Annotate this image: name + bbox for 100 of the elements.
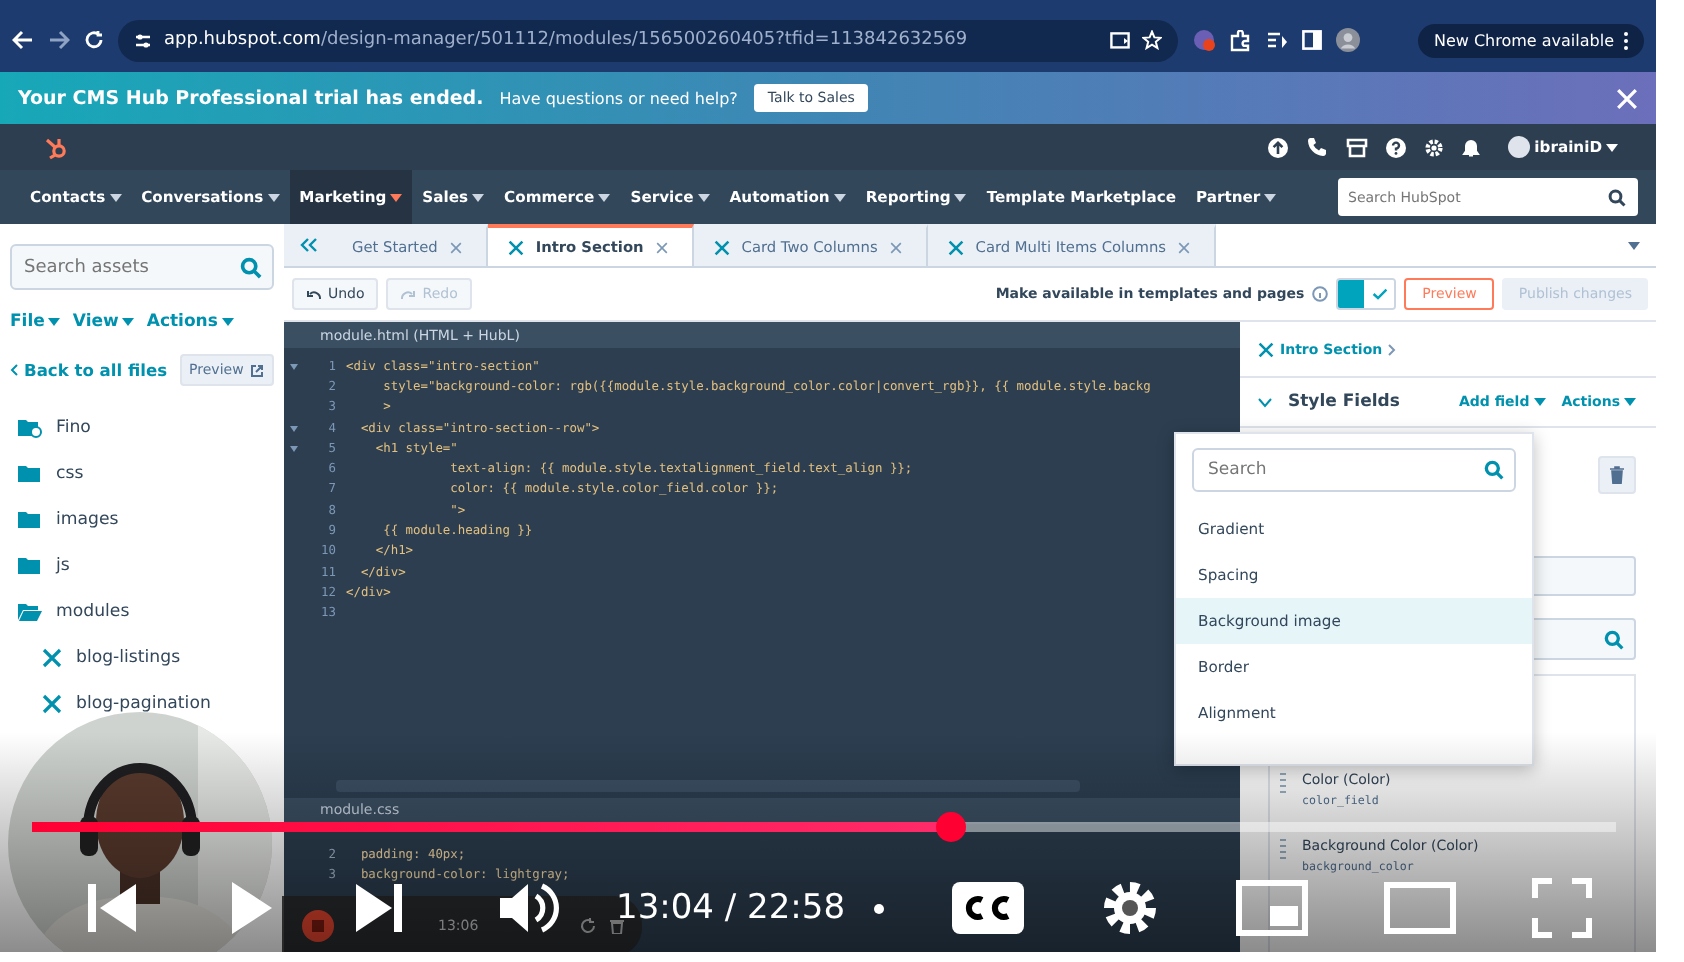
site-settings-icon[interactable] [134,31,152,49]
file-tree-item[interactable]: js [10,550,274,582]
module-icon [1258,341,1274,357]
module-icon [42,694,62,714]
caret-icon [1624,398,1636,406]
next-button[interactable] [356,880,404,936]
module-icon [713,239,730,255]
caret-icon [122,318,135,326]
video-time: 13:04 / 22:58 [616,888,846,928]
close-icon[interactable] [655,241,668,253]
captions-icon [951,882,1024,934]
separator-dot-icon [873,903,884,913]
search-icon [1608,188,1626,206]
external-link-icon [249,363,264,377]
bell-icon[interactable] [1462,137,1481,157]
close-icon[interactable] [1178,241,1191,253]
group-title: Style Fields [1288,392,1400,412]
close-icon[interactable] [889,241,902,253]
file-tree-item[interactable]: css [10,458,274,490]
restart-icon[interactable] [580,918,597,934]
caret-icon [390,193,403,201]
avatar-icon[interactable] [1336,28,1360,52]
trash-icon[interactable] [610,918,625,934]
fullscreen-button[interactable] [1531,878,1592,938]
info-icon [1312,286,1329,302]
media-icon[interactable] [1266,30,1288,50]
caret-icon [267,193,280,201]
caret-icon [221,318,234,326]
file-tree-item[interactable]: images [10,504,274,536]
caret-icon [1533,398,1546,406]
back-icon[interactable] [12,30,34,50]
miniplayer-button[interactable] [1235,880,1308,936]
volume-button[interactable] [500,880,560,936]
side-panel-icon[interactable] [1302,30,1322,50]
chevron-down-icon[interactable] [1258,397,1272,407]
toggle-switch[interactable] [1336,278,1397,310]
avatar-icon [1508,136,1531,158]
cast-icon[interactable] [1110,31,1130,49]
menu-link[interactable]: Actions [146,312,234,332]
file-tree-item[interactable]: blog-listings [10,642,274,674]
module-icon [947,239,964,255]
double-chevron-icon [299,238,317,252]
play-icon [232,882,272,934]
sprocket-logo-icon[interactable] [44,135,68,159]
settings-icon [1099,878,1160,938]
check-icon [1371,288,1388,300]
banner-title: Your CMS Hub Professional trial has ended. [18,87,484,109]
file-tree-item[interactable]: blog-pagination [10,688,274,720]
caret-icon [472,193,485,201]
banner-message: Have questions or need help? [499,89,738,107]
back-link[interactable]: Back to all files [10,360,168,380]
forward-icon[interactable] [48,30,70,50]
address-bar[interactable]: app.hubspot.com/design-manager/501112/modules/156500260405?tfid=113842632569 [118,19,1178,61]
fold-arrow-icon[interactable] [290,445,298,452]
search-field[interactable]: Search [1192,448,1516,492]
delete-button[interactable] [1598,456,1636,494]
caret-icon [598,193,611,201]
next-icon [356,880,404,936]
puzzle-icon[interactable] [1230,29,1252,51]
phone-icon[interactable] [1306,136,1329,158]
caret-icon [48,318,61,326]
settings-icon[interactable] [1424,137,1445,157]
trash-icon [1610,466,1624,484]
caret-icon [109,193,122,201]
update-button[interactable]: New Chrome available [1417,23,1644,57]
caret-icon [1606,143,1618,151]
caret-icon [1264,193,1277,201]
menu-link[interactable]: View [72,312,135,332]
caret-icon [833,193,846,201]
search-icon [1484,460,1504,480]
captions-button[interactable] [951,882,1024,934]
file-tree-item[interactable]: Fino [10,412,274,444]
star-icon[interactable] [1142,30,1162,50]
menu-link[interactable]: File [10,312,61,332]
undo-icon [306,289,322,299]
drag-handle-icon[interactable] [1280,838,1286,862]
caret-icon [954,193,967,201]
caret-icon [1628,241,1640,249]
fold-arrow-icon[interactable] [290,363,298,370]
search-field[interactable]: Search assets [10,244,274,290]
file-tree-item[interactable]: modules [10,596,274,628]
search-icon [1604,629,1624,649]
extension-icon[interactable] [1192,28,1216,52]
module-icon [42,648,62,668]
play-button[interactable] [232,882,272,934]
search-icon [240,256,262,278]
url-text: app.hubspot.com/design-manager/501112/modules/156500260405?tfid=113842632569 [164,30,970,50]
theater-mode-icon [1383,882,1456,934]
drag-handle-icon[interactable] [1280,772,1286,796]
close-icon[interactable] [449,241,462,253]
previous-button[interactable] [84,880,136,936]
module-icon [507,239,524,255]
settings-button[interactable] [1099,878,1160,938]
theater-mode-button[interactable] [1383,882,1456,934]
upgrade-icon[interactable] [1268,137,1289,157]
help-icon[interactable] [1386,137,1407,157]
fold-arrow-icon[interactable] [290,425,298,432]
reload-icon[interactable] [84,30,104,50]
volume-icon [500,880,560,936]
marketplace-icon[interactable] [1346,137,1369,157]
